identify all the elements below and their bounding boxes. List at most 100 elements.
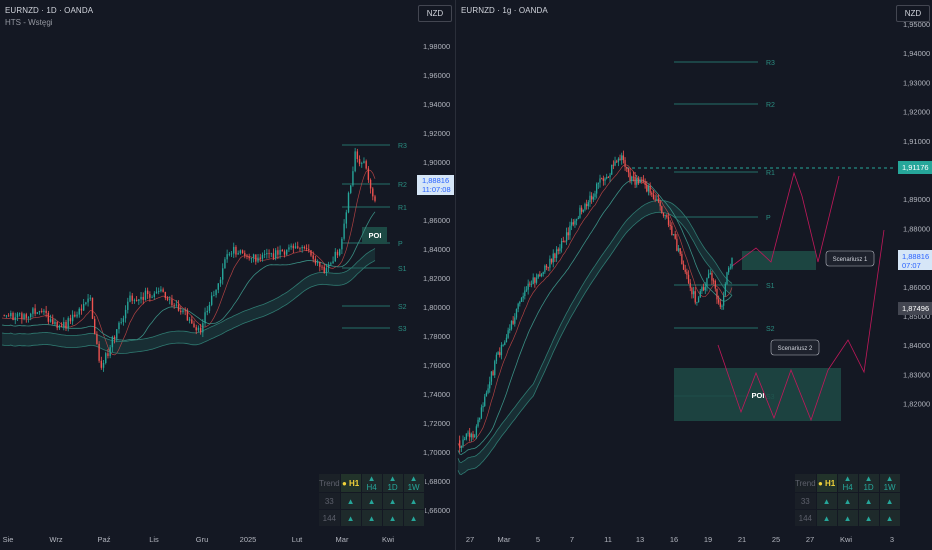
candle-body xyxy=(213,295,215,296)
candle-body xyxy=(554,253,556,259)
candle-body xyxy=(222,268,224,280)
pivot-label: R1 xyxy=(398,205,407,212)
left-chart-pane[interactable]: 1,980001,960001,940001,920001,900001,880… xyxy=(0,0,456,550)
pivot-label: S2 xyxy=(766,326,775,333)
candle-body xyxy=(303,246,306,249)
candle-body xyxy=(560,241,563,249)
ma-fast-line xyxy=(1,169,376,356)
candle-body xyxy=(5,315,8,317)
trend-cell: ▲ xyxy=(381,492,404,510)
candle-body xyxy=(562,241,564,242)
pivot-label: P xyxy=(398,241,403,248)
pivot-label: S1 xyxy=(766,283,775,290)
candle-body xyxy=(726,272,728,284)
pivot-label: P xyxy=(766,215,771,222)
candle-body xyxy=(692,291,695,295)
candle-body xyxy=(297,246,299,248)
candle-body xyxy=(166,297,169,300)
trend-row-label: 144 xyxy=(794,509,817,527)
candle-body xyxy=(122,318,125,323)
poi-label: POI xyxy=(752,391,765,400)
candle-body xyxy=(672,234,675,236)
candle-body xyxy=(283,251,286,255)
candle-body xyxy=(100,360,103,368)
candle-body xyxy=(662,212,665,216)
candle-body xyxy=(49,319,52,322)
candle-body xyxy=(666,215,668,218)
candle-body xyxy=(23,314,25,319)
candle-body xyxy=(656,198,658,200)
candle-body xyxy=(272,253,275,259)
high-price-label: 1,91176 xyxy=(902,163,929,172)
candle-body xyxy=(691,287,693,295)
time-axis-tick: 19 xyxy=(704,535,712,544)
candle-body xyxy=(210,295,213,305)
right-currency-badge[interactable]: NZD xyxy=(896,5,930,22)
candle-body xyxy=(661,206,663,213)
price-axis-tick: 1,93000 xyxy=(903,78,930,87)
candle-body xyxy=(644,181,646,185)
price-axis-tick: 1,88000 xyxy=(903,224,930,233)
candle-body xyxy=(325,268,328,274)
low-price-label: 1,87496 xyxy=(902,304,929,313)
candle-body xyxy=(547,267,549,269)
candle-body xyxy=(63,321,65,328)
pivot-label: S1 xyxy=(398,266,407,273)
candle-body xyxy=(305,248,308,250)
candle-body xyxy=(465,433,468,440)
candle-body xyxy=(482,405,484,408)
price-axis-tick: 1,92000 xyxy=(423,129,450,138)
candle-body xyxy=(281,249,284,252)
left-currency-badge[interactable]: NZD xyxy=(418,5,452,22)
trend-cell: ▲ xyxy=(360,509,383,527)
candle-body xyxy=(505,337,508,343)
poi-label: POI xyxy=(369,231,382,240)
candle-body xyxy=(612,164,615,166)
right-price-chart[interactable]: 1,950001,940001,930001,920001,910001,900… xyxy=(456,0,932,550)
candle-body xyxy=(56,321,58,328)
right-trend-table: Trend ● H1 ▲ H4 ▲ 1D ▲ 1W 33 ▲ ▲ ▲ ▲ 144… xyxy=(794,473,901,527)
candle-body xyxy=(233,246,235,254)
pivot-label: R3 xyxy=(398,143,407,150)
price-axis-tick: 1,76000 xyxy=(423,361,450,370)
candle-body xyxy=(697,297,700,303)
left-price-chart[interactable]: 1,980001,960001,940001,920001,900001,880… xyxy=(0,0,455,550)
right-chart-pane[interactable]: 1,950001,940001,930001,920001,910001,900… xyxy=(456,0,932,550)
price-axis-tick: 1,70000 xyxy=(423,448,450,457)
candle-body xyxy=(624,160,626,168)
candle-body xyxy=(146,290,149,295)
trend-row-label: 144 xyxy=(318,509,341,527)
candle-body xyxy=(286,249,288,255)
candle-body xyxy=(69,318,72,322)
price-axis-tick: 1,82000 xyxy=(903,400,930,409)
candle-body xyxy=(599,178,601,183)
candle-body xyxy=(118,322,120,330)
candle-body xyxy=(594,193,596,197)
candle-body xyxy=(343,223,345,239)
candle-body xyxy=(164,291,167,298)
trend-header: Trend xyxy=(318,473,341,493)
candle-body xyxy=(617,158,620,163)
trend-tf-1d: ▲ 1D xyxy=(381,473,404,493)
left-trend-table: Trend ● H1 ▲ H4 ▲ 1D ▲ 1W 33 ▲ ▲ ▲ ▲ 144… xyxy=(318,473,425,527)
candle-body xyxy=(76,314,78,317)
candle-body xyxy=(509,328,511,331)
candle-body xyxy=(290,245,292,248)
candle-body xyxy=(504,342,506,345)
candle-body xyxy=(107,353,109,356)
candle-body xyxy=(109,347,111,356)
candle-body xyxy=(472,434,474,438)
candle-body xyxy=(129,295,131,302)
candle-body xyxy=(54,321,56,325)
candle-body xyxy=(155,291,158,294)
candle-body xyxy=(512,320,514,324)
candle-body xyxy=(502,344,504,346)
pivot-label: S2 xyxy=(398,304,407,311)
trend-cell: ▲ xyxy=(878,492,901,510)
candle-body xyxy=(336,251,339,256)
candle-body xyxy=(489,381,491,389)
candle-body xyxy=(316,261,319,264)
candle-body xyxy=(151,296,153,298)
candle-body xyxy=(585,204,588,207)
candle-body xyxy=(372,188,374,197)
